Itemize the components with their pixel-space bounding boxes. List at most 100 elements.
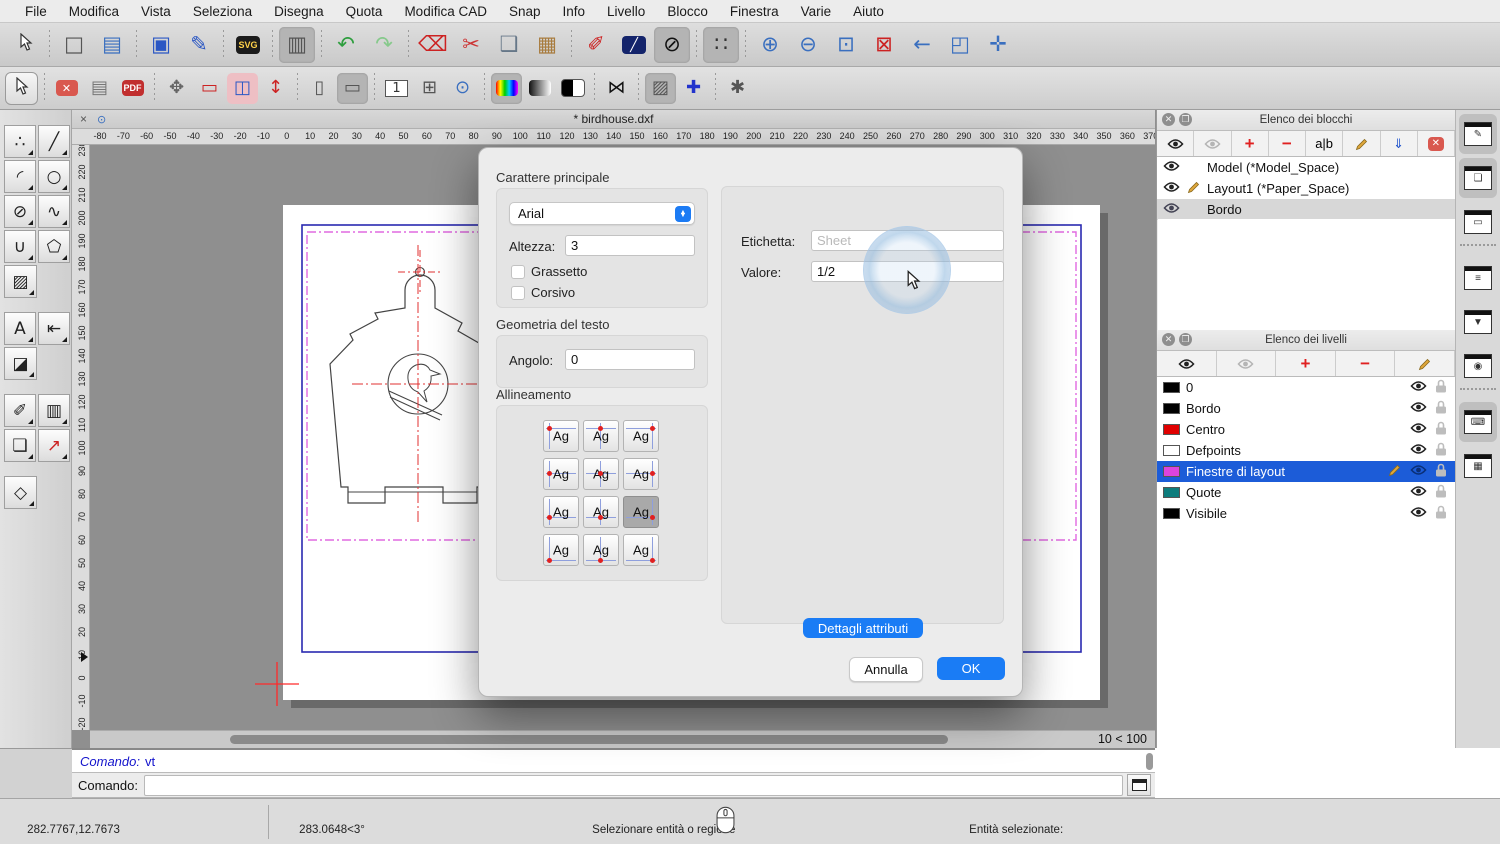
height-input[interactable]: 3 xyxy=(565,235,695,256)
command-options-button[interactable] xyxy=(1127,774,1151,796)
point-tools-button[interactable]: ∴ xyxy=(4,125,36,158)
bold-checkbox-box[interactable] xyxy=(511,265,525,279)
layer-row-centro[interactable]: Centro xyxy=(1157,419,1455,440)
menu-file[interactable]: File xyxy=(14,4,58,19)
command-history[interactable]: Comando: vt xyxy=(72,748,1155,773)
menu-livello[interactable]: Livello xyxy=(596,4,656,19)
italic-checkbox-box[interactable] xyxy=(511,286,525,300)
alignment-middle-left-button[interactable]: Ag xyxy=(543,458,579,490)
block-row-layout1-paper-space-[interactable]: Layout1 (*Paper_Space) xyxy=(1157,178,1455,199)
open-file-button[interactable]: ▤ xyxy=(94,27,130,63)
menu-aiuto[interactable]: Aiuto xyxy=(842,4,895,19)
full-color-button[interactable] xyxy=(491,73,522,104)
layer-visibility-eye-icon[interactable] xyxy=(1410,464,1427,479)
alignment-top-left-button[interactable]: Ag xyxy=(543,420,579,452)
block-visibility-eye-icon[interactable] xyxy=(1163,181,1180,196)
alignment-baseline-center-button[interactable]: Ag xyxy=(583,496,619,528)
polyline-tools-button[interactable]: ∪ xyxy=(4,230,36,263)
copy-button[interactable]: ❑ xyxy=(491,27,527,63)
remove-layer-button[interactable]: − xyxy=(1336,351,1396,376)
text-tool-button[interactable]: A xyxy=(4,312,36,345)
pan-button[interactable]: ✛ xyxy=(980,27,1016,63)
block-tools-button[interactable]: ❏ xyxy=(4,429,36,462)
command-line-panel-button[interactable]: ⌨ xyxy=(1459,402,1497,442)
cancel-button[interactable]: Annulla xyxy=(849,657,923,682)
modify-tools-button[interactable]: ✐ xyxy=(4,394,36,427)
library-browser-panel-button[interactable]: ◉ xyxy=(1459,346,1497,386)
hide-all-blocks-eye-button[interactable] xyxy=(1194,131,1231,156)
add-layer-button[interactable]: + xyxy=(1276,351,1336,376)
layer-row-defpoints[interactable]: Defpoints xyxy=(1157,440,1455,461)
layer-visibility-eye-icon[interactable] xyxy=(1410,401,1427,416)
menu-info[interactable]: Info xyxy=(552,4,597,19)
lineweight-button[interactable]: ⋈ xyxy=(601,73,632,104)
zoom-selection-button[interactable]: ⊠ xyxy=(866,27,902,63)
block-visibility-eye-icon[interactable] xyxy=(1163,202,1180,217)
layer-visibility-eye-icon[interactable] xyxy=(1410,422,1427,437)
menu-seleziona[interactable]: Seleziona xyxy=(182,4,263,19)
preferences-button[interactable]: ✱ xyxy=(722,73,753,104)
selection-tool-2-button[interactable] xyxy=(5,72,38,105)
layer-visibility-eye-icon[interactable] xyxy=(1410,380,1427,395)
menu-finestra[interactable]: Finestra xyxy=(719,4,790,19)
block-row-bordo[interactable]: Bordo xyxy=(1157,199,1455,220)
paste-button[interactable]: ▦ xyxy=(529,27,565,63)
grid-toggle-button[interactable]: ∷ xyxy=(703,27,739,63)
draft-mode-button[interactable]: ▨ xyxy=(645,73,676,104)
add-block-button[interactable]: + xyxy=(1232,131,1269,156)
svg-export-button[interactable]: SVG xyxy=(230,27,266,63)
menu-disegna[interactable]: Disegna xyxy=(263,4,335,19)
panel-close-icon[interactable]: ✕ xyxy=(1162,333,1175,346)
layer-lock-icon[interactable] xyxy=(1435,400,1447,417)
dimension-tools-button[interactable]: ⇤ xyxy=(38,312,70,345)
delete-eraser-button[interactable]: ⌫ xyxy=(415,27,451,63)
command-history-scrollbar-thumb[interactable] xyxy=(1146,753,1153,770)
horizontal-scrollbar-thumb[interactable] xyxy=(230,735,948,744)
layer-lock-icon[interactable] xyxy=(1435,505,1447,522)
page-portrait-button[interactable]: ▯ xyxy=(304,73,335,104)
alignment-bottom-right-button[interactable]: Ag xyxy=(623,534,659,566)
layer-visibility-eye-icon[interactable] xyxy=(1410,506,1427,521)
selection-filter-panel-button[interactable]: ▼ xyxy=(1459,302,1497,342)
menu-vista[interactable]: Vista xyxy=(130,4,182,19)
zoom-page-button[interactable]: ⊙ xyxy=(447,73,478,104)
font-family-select[interactable]: Arial ▲▼ xyxy=(509,202,695,225)
layer-row-quote[interactable]: Quote xyxy=(1157,482,1455,503)
layer-lock-icon[interactable] xyxy=(1435,379,1447,396)
alignment-bottom-left-button[interactable]: Ag xyxy=(543,534,579,566)
multi-page-grid-button[interactable]: ⊞ xyxy=(414,73,445,104)
cut-button[interactable]: ✂ xyxy=(453,27,489,63)
zoom-previous-button[interactable]: ← xyxy=(904,27,940,63)
solid-tools-button[interactable]: ◇ xyxy=(4,476,37,509)
alignment-middle-center-button[interactable]: Ag xyxy=(583,458,619,490)
show-all-blocks-eye-button[interactable] xyxy=(1157,131,1194,156)
layer-row-0[interactable]: 0 xyxy=(1157,377,1455,398)
save-as-file-button[interactable]: ✎ xyxy=(181,27,217,63)
etichetta-input[interactable]: Sheet xyxy=(811,230,1004,251)
edit-block-button[interactable] xyxy=(1343,131,1380,156)
insert-block-button[interactable]: ⇓ xyxy=(1381,131,1418,156)
menu-modifica[interactable]: Modifica xyxy=(58,4,130,19)
layer-row-finestre-di-layout[interactable]: Finestre di layout xyxy=(1157,461,1455,482)
close-drawing-button[interactable]: ✕ xyxy=(51,73,82,104)
new-file-button[interactable]: □ xyxy=(56,27,92,63)
move-page-button[interactable]: ✥ xyxy=(161,73,192,104)
layer-lock-icon[interactable] xyxy=(1435,484,1447,501)
select-entity-tool-button[interactable]: ↗ xyxy=(38,429,70,462)
menu-blocco[interactable]: Blocco xyxy=(656,4,719,19)
viewport-frame-button[interactable]: ▭ xyxy=(194,73,225,104)
menu-modifica-cad[interactable]: Modifica CAD xyxy=(393,4,498,19)
zoom-auto-button[interactable]: ⊡ xyxy=(828,27,864,63)
ellipse-tool-button[interactable]: ⊘ xyxy=(654,27,690,63)
panel-detach-icon[interactable]: ❐ xyxy=(1179,333,1192,346)
block-visibility-eye-icon[interactable] xyxy=(1163,160,1180,175)
arc-tools-button[interactable]: ◜ xyxy=(4,160,36,193)
page-landscape-button[interactable]: ▭ xyxy=(337,73,368,104)
print-preview-button[interactable]: ▥ xyxy=(279,27,315,63)
image-tool-button[interactable]: ◪ xyxy=(4,347,37,380)
italic-checkbox[interactable]: Corsivo xyxy=(511,285,575,300)
shape-tools-button[interactable]: ⬠ xyxy=(38,230,70,263)
save-file-button[interactable]: ▣ xyxy=(143,27,179,63)
show-all-layers-eye-button[interactable] xyxy=(1157,351,1217,376)
layer-lock-icon[interactable] xyxy=(1435,442,1447,459)
